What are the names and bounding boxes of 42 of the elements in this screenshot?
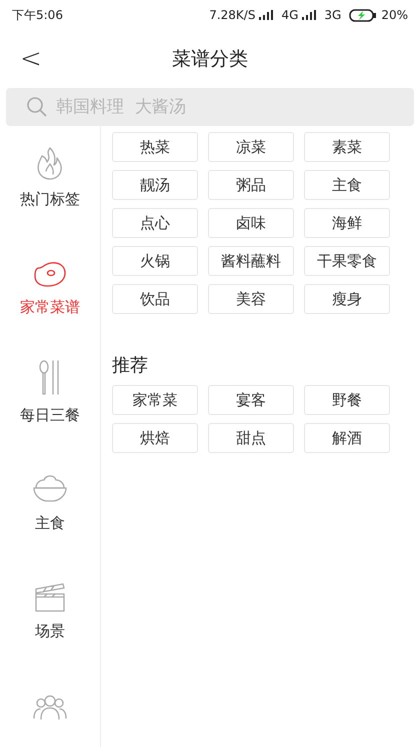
clapperboard-icon [34, 582, 66, 612]
network-type: 4G [281, 7, 298, 24]
steak-icon [33, 260, 67, 288]
tag-button[interactable]: 解酒 [304, 423, 390, 453]
flame-icon [35, 146, 65, 180]
page-title: 菜谱分类 [172, 46, 248, 72]
tag-button[interactable]: 烘焙 [112, 423, 198, 453]
signal-icon [259, 10, 274, 20]
tag-button[interactable]: 野餐 [304, 385, 390, 415]
tag-button[interactable]: 素菜 [304, 132, 390, 162]
tag-button[interactable]: 甜点 [208, 423, 294, 453]
category-tab[interactable]: 热门标签 [0, 142, 100, 250]
clock-time: 下午5:06 [12, 7, 63, 24]
search-icon [26, 96, 48, 118]
tag-button[interactable]: 凉菜 [208, 132, 294, 162]
rice-bowl-icon [32, 474, 68, 504]
battery-percentage: 20% [381, 7, 408, 24]
tag-button[interactable]: 海鲜 [304, 208, 390, 238]
tag-button[interactable]: 家常菜 [112, 385, 198, 415]
tag-button[interactable]: 火锅 [112, 246, 198, 276]
tag-button[interactable]: 热菜 [112, 132, 198, 162]
network-speed: 7.28K/S [209, 7, 256, 24]
tag-button[interactable]: 宴客 [208, 385, 294, 415]
tag-button[interactable]: 粥品 [208, 170, 294, 200]
tag-button[interactable]: 主食 [304, 170, 390, 200]
category-tab[interactable]: 每日三餐 [0, 358, 100, 466]
tag-button[interactable]: 美容 [208, 284, 294, 314]
category-tab[interactable]: 家常菜谱 [0, 250, 100, 358]
category-tab[interactable]: 主食 [0, 466, 100, 574]
tag-button[interactable]: 酱料蘸料 [208, 246, 294, 276]
tag-button[interactable]: 瘦身 [304, 284, 390, 314]
signal-icon [302, 10, 316, 20]
category-tab[interactable]: 场景 [0, 574, 100, 682]
tag-button[interactable]: 干果零食 [304, 246, 390, 276]
back-button[interactable]: < [20, 46, 42, 72]
tag-button[interactable]: 靓汤 [112, 170, 198, 200]
section-heading: 推荐 [112, 354, 149, 378]
network-type: 3G [324, 7, 342, 24]
tag-button[interactable]: 点心 [112, 208, 198, 238]
tag-button[interactable]: 卤味 [208, 208, 294, 238]
tag-button[interactable]: 饮品 [112, 284, 198, 314]
people-icon [32, 694, 68, 720]
